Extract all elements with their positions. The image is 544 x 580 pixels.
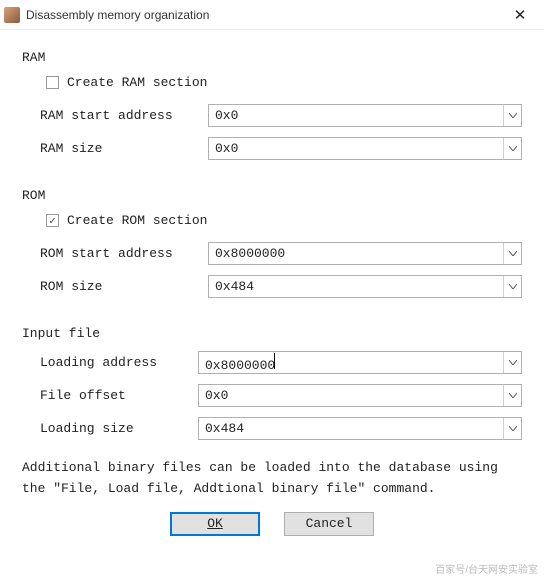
titlebar: Disassembly memory organization ✕ [0,0,544,30]
rom-start-combo[interactable]: 0x8000000 [208,242,522,265]
loading-size-value: 0x484 [199,421,503,436]
rom-create-checkbox[interactable]: ✓ [46,214,59,227]
rom-size-value: 0x484 [209,279,503,294]
chevron-down-icon[interactable] [503,276,521,297]
chevron-down-icon[interactable] [503,385,521,406]
ram-size-combo[interactable]: 0x0 [208,137,522,160]
ram-size-label: RAM size [40,141,200,156]
chevron-down-icon[interactable] [503,105,521,126]
ram-create-checkbox[interactable] [46,76,59,89]
rom-section-title: ROM [22,188,522,203]
input-section-title: Input file [22,326,522,341]
text-caret [274,353,275,369]
ram-size-value: 0x0 [209,141,503,156]
dialog-content: RAM Create RAM section RAM start address… [0,30,544,546]
file-offset-value: 0x0 [199,388,503,403]
file-offset-label: File offset [40,388,190,403]
chevron-down-icon[interactable] [503,243,521,264]
app-icon [4,7,20,23]
ram-start-combo[interactable]: 0x0 [208,104,522,127]
loading-size-combo[interactable]: 0x484 [198,417,522,440]
ram-create-row[interactable]: Create RAM section [46,75,522,90]
chevron-down-icon[interactable] [503,418,521,439]
button-row: OK Cancel [22,512,522,536]
ram-start-label: RAM start address [40,108,200,123]
rom-create-label: Create ROM section [67,213,207,228]
rom-start-label: ROM start address [40,246,200,261]
rom-size-label: ROM size [40,279,200,294]
loading-address-combo[interactable]: 0x8000000 [198,351,522,374]
chevron-down-icon[interactable] [503,352,521,373]
ram-start-value: 0x0 [209,108,503,123]
loading-address-value: 0x8000000 [199,353,503,373]
window-title: Disassembly memory organization [26,8,500,22]
close-button[interactable]: ✕ [500,1,540,29]
chevron-down-icon[interactable] [503,138,521,159]
loading-size-label: Loading size [40,421,190,436]
info-text: Additional binary files can be loaded in… [22,450,522,508]
rom-size-combo[interactable]: 0x484 [208,275,522,298]
watermark: 百家号/台天网安实验室 [435,561,538,576]
file-offset-combo[interactable]: 0x0 [198,384,522,407]
ram-section-title: RAM [22,50,522,65]
rom-create-row[interactable]: ✓ Create ROM section [46,213,522,228]
rom-start-value: 0x8000000 [209,246,503,261]
ok-button[interactable]: OK [170,512,260,536]
cancel-button[interactable]: Cancel [284,512,374,536]
ram-create-label: Create RAM section [67,75,207,90]
loading-address-label: Loading address [40,355,190,370]
